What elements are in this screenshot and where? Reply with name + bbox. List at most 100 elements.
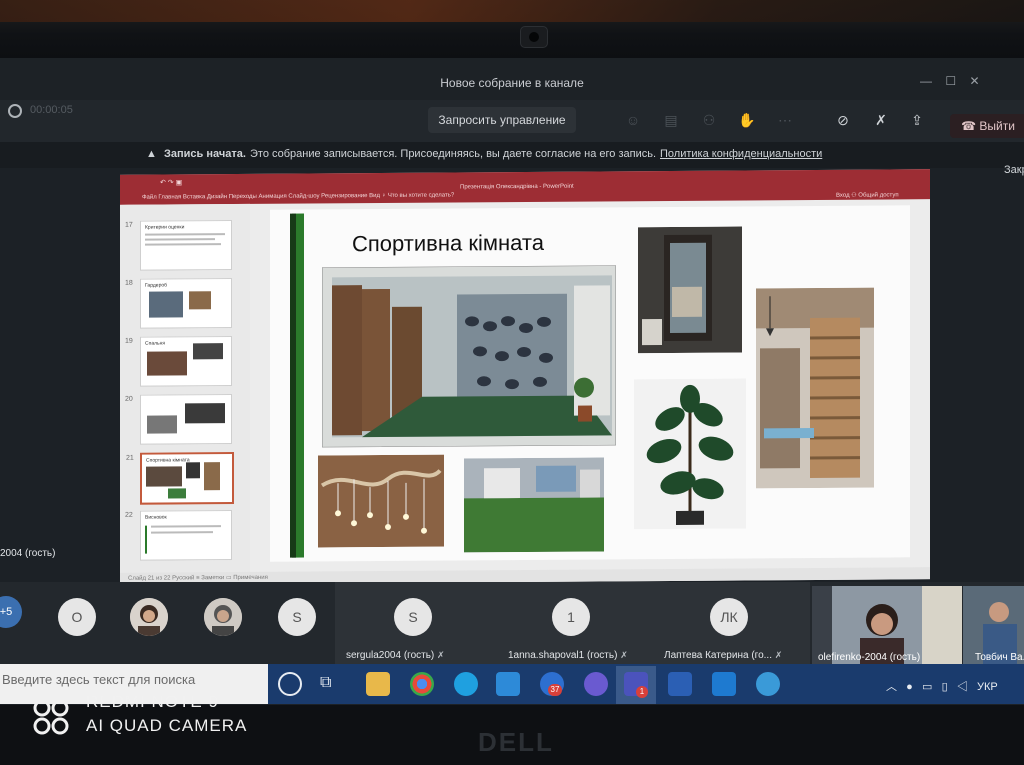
privacy-link[interactable]: Политика конфиденциальности bbox=[660, 148, 822, 160]
participant-name-text: Лаптева Катерина (го... bbox=[664, 650, 772, 661]
participant-video[interactable]: Товбич Ва... bbox=[963, 586, 1024, 666]
monitor-bezel-top bbox=[0, 0, 1024, 58]
thumb-title: Висновок bbox=[145, 514, 167, 521]
participant-avatar[interactable]: ЛК bbox=[710, 598, 748, 636]
thumb-title: Спортивна кімната bbox=[146, 457, 190, 464]
chevron-up-icon[interactable]: ︿ bbox=[886, 681, 897, 693]
thumb-title: Критерии оценки bbox=[145, 224, 185, 231]
ppt-menu-bar: Файл Главная Вставка Дизайн Переходы Ани… bbox=[142, 192, 455, 201]
grass-rug-photo bbox=[464, 457, 604, 553]
thumb-number: 21 bbox=[126, 454, 134, 462]
reactions-icon[interactable]: ☺ bbox=[624, 112, 642, 128]
thumb-number: 17 bbox=[125, 221, 133, 229]
viber-icon[interactable] bbox=[584, 672, 608, 696]
participant-video-name: Товбич Ва... bbox=[975, 652, 1024, 663]
mic-off-icon: ✗ bbox=[774, 650, 783, 660]
recording-icon bbox=[8, 104, 22, 118]
minimize-button[interactable]: — bbox=[920, 74, 932, 88]
participant-video[interactable]: olefirenko-2004 (гость) bbox=[812, 586, 962, 666]
shared-powerpoint-window: ↶ ↷ ▣ Презентація Олександрівна - PowerP… bbox=[120, 169, 930, 585]
slide-title: Спортивна кімната bbox=[352, 229, 544, 257]
camera-logo-icon bbox=[33, 699, 69, 735]
monitor-brand-logo: DELL bbox=[478, 727, 554, 757]
watermark-line2: AI QUAD CAMERA bbox=[86, 716, 248, 735]
more-actions-icon[interactable]: ⋯ bbox=[776, 112, 794, 128]
chat-icon[interactable]: ▤ bbox=[662, 112, 680, 128]
warning-icon: ▲ bbox=[146, 148, 157, 160]
branch-lamp-photo bbox=[318, 454, 444, 548]
participant-name: sergula2004 (гость) ✗ bbox=[346, 650, 445, 661]
participant-name: 1anna.shapoval1 (гость) ✗ bbox=[508, 650, 628, 661]
slide-thumb: 20 bbox=[125, 394, 232, 445]
slide-thumb: 17 Критерии оценки bbox=[125, 220, 232, 271]
participant-avatar[interactable]: O bbox=[58, 598, 96, 636]
camera-off-icon[interactable]: ⊘ bbox=[834, 112, 852, 128]
guest-name-left: 2004 (гость) bbox=[0, 548, 56, 559]
participant-avatar-photo[interactable] bbox=[130, 598, 168, 636]
battery-icon[interactable]: ▭ bbox=[922, 681, 932, 693]
leave-button[interactable]: ☎ Выйти bbox=[950, 114, 1024, 138]
chrome-icon[interactable] bbox=[410, 672, 434, 696]
language-indicator[interactable]: УКР bbox=[977, 681, 998, 693]
participant-video-name: olefirenko-2004 (гость) bbox=[818, 652, 921, 663]
ppt-right-tools: Вход ⚇ Общий доступ bbox=[836, 192, 899, 199]
share-screen-icon[interactable]: ⇪ bbox=[908, 112, 926, 128]
slide-canvas: Спортивна кімната bbox=[270, 205, 910, 562]
cortana-icon[interactable] bbox=[278, 672, 302, 696]
slide-thumb: 22 Висновок bbox=[125, 510, 232, 561]
system-tray[interactable]: ︿ ● ▭ ▯ ◁ УКР bbox=[886, 678, 998, 694]
slide-thumb: 19 Спальня bbox=[125, 336, 232, 387]
notification-badge: 37 bbox=[548, 684, 562, 696]
ficus-plant-photo bbox=[634, 378, 746, 530]
outlook-icon[interactable] bbox=[712, 672, 736, 696]
recording-title: Запись начата. bbox=[164, 148, 246, 160]
slide-thumb-selected[interactable]: 21 Спортивна кімната bbox=[126, 452, 234, 505]
network-icon[interactable]: ▯ bbox=[942, 681, 948, 693]
thumb-number: 20 bbox=[125, 395, 133, 403]
slide-accent-bar bbox=[292, 213, 304, 558]
task-view-icon[interactable]: ⧉ bbox=[320, 674, 331, 692]
participant-avatar[interactable]: S bbox=[278, 598, 316, 636]
participant-avatar[interactable]: S bbox=[394, 598, 432, 636]
mic-off-icon: ✗ bbox=[620, 650, 628, 660]
participant-name: Лаптева Катерина (го... ✗ bbox=[664, 650, 782, 661]
close-banner-button[interactable]: Закрыть bbox=[1004, 164, 1024, 176]
app-icon[interactable] bbox=[756, 672, 780, 696]
volume-icon[interactable]: ◁ bbox=[957, 681, 968, 693]
ppt-quick-access: ↶ ↷ ▣ bbox=[160, 179, 183, 187]
meeting-timer: 00:00:05 bbox=[30, 104, 73, 116]
file-explorer-icon[interactable] bbox=[366, 672, 390, 696]
leave-label: Выйти bbox=[979, 119, 1015, 133]
close-button[interactable]: ✕ bbox=[969, 74, 979, 88]
participant-avatar[interactable]: 1 bbox=[552, 598, 590, 636]
ppt-title: Презентація Олександрівна - PowerPoint bbox=[460, 183, 574, 191]
participant-name-text: 1anna.shapoval1 (гость) bbox=[508, 650, 618, 661]
webcam-icon bbox=[520, 26, 548, 48]
window-controls[interactable]: — ☐ ✕ bbox=[920, 74, 980, 88]
maximize-button[interactable]: ☐ bbox=[945, 74, 956, 88]
mirror-room-photo bbox=[638, 226, 742, 354]
recording-message: Это собрание записывается. Присоединяясь… bbox=[250, 148, 656, 160]
thumb-number: 22 bbox=[125, 511, 133, 519]
participant-name-text: sergula2004 (гость) bbox=[346, 650, 435, 661]
gym-room-sketch bbox=[322, 265, 616, 448]
slide-thumb: 18 Гардероб bbox=[125, 278, 232, 329]
meeting-title: Новое собрание в канале bbox=[440, 76, 584, 90]
thumb-number: 19 bbox=[125, 337, 133, 345]
mic-icon[interactable]: ● bbox=[906, 681, 913, 693]
watermark-line1: REDMI NOTE 9 bbox=[86, 692, 219, 711]
participant-avatar-photo[interactable] bbox=[204, 598, 242, 636]
request-control-button[interactable]: Запросить управление bbox=[428, 107, 576, 133]
mic-off-icon[interactable]: ✗ bbox=[872, 112, 890, 128]
ppt-ribbon: ↶ ↷ ▣ Презентація Олександрівна - PowerP… bbox=[120, 169, 930, 205]
participants-icon[interactable]: ⚇ bbox=[700, 112, 718, 128]
recording-banner: ▲ Запись начата. Это собрание записывает… bbox=[0, 142, 1024, 168]
raise-hand-icon[interactable]: ✋ bbox=[738, 112, 756, 128]
mail-icon[interactable] bbox=[496, 672, 520, 696]
skype-icon[interactable] bbox=[454, 672, 478, 696]
thumb-number: 18 bbox=[125, 279, 133, 287]
thumb-title: Гардероб bbox=[145, 282, 167, 289]
phone-hangup-icon: ☎ bbox=[961, 119, 977, 133]
slide-thumbnails: 17 Критерии оценки 18 Гардероб 19 Спальн… bbox=[120, 203, 250, 575]
word-icon[interactable] bbox=[668, 672, 692, 696]
